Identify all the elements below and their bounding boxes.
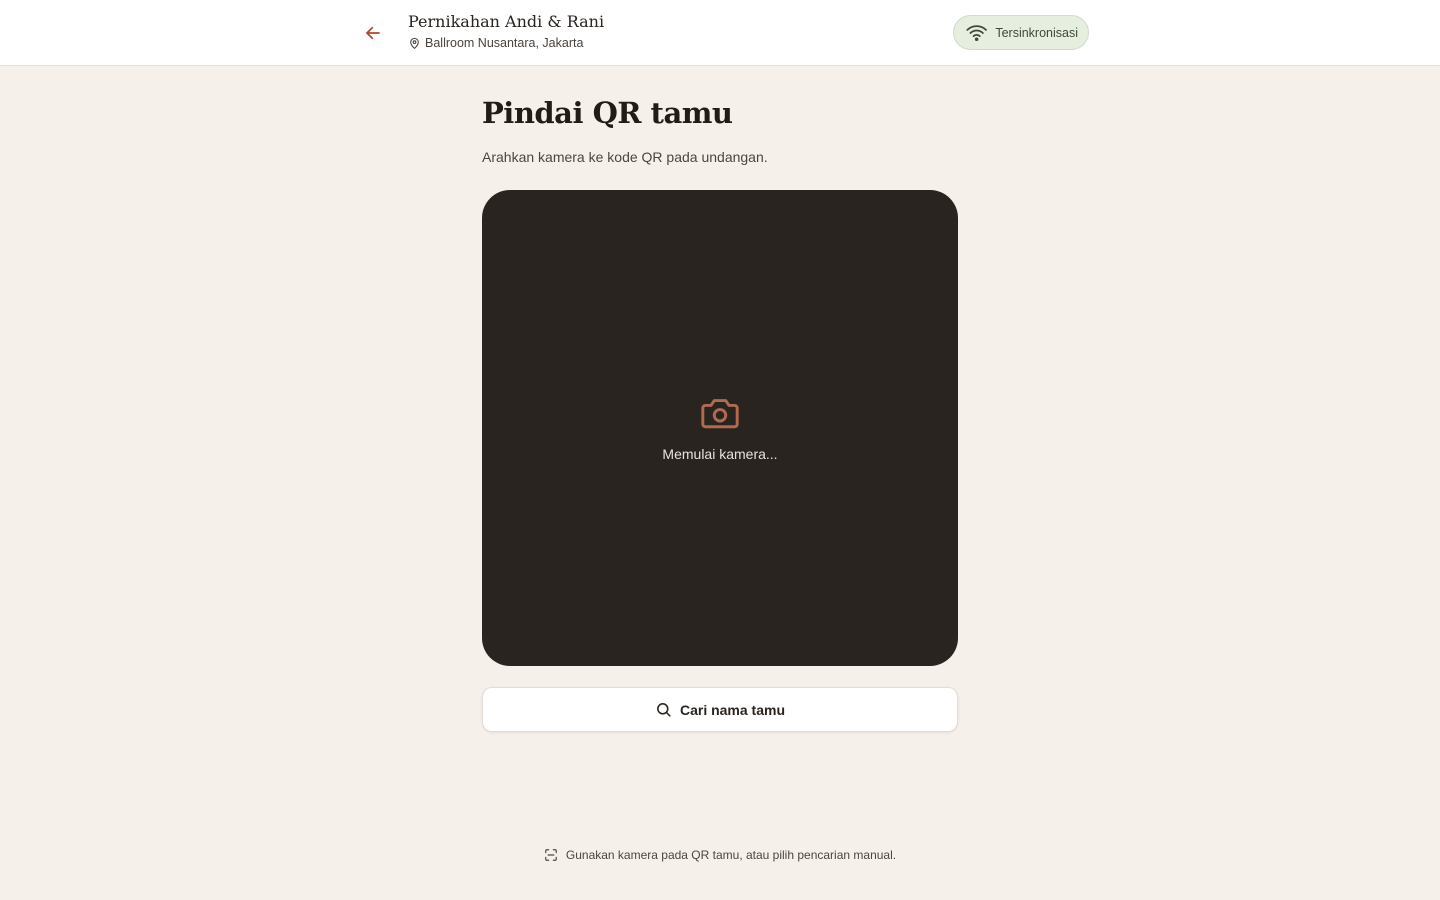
search-button-label: Cari nama tamu <box>679 701 786 718</box>
wifi-icon <box>966 24 987 41</box>
map-pin-icon <box>410 37 419 49</box>
page-subtitle: Arahkan kamera ke kode QR pada undangan. <box>482 149 768 165</box>
camera-icon <box>701 399 739 429</box>
scan-frame-icon <box>545 849 557 861</box>
sync-status-label: Tersinkronisasi <box>995 25 1078 40</box>
search-guest-button[interactable]: Cari nama tamu <box>482 687 958 732</box>
footer-hint-text: Gunakan kamera pada QR tamu, atau pilih … <box>565 848 897 862</box>
arrow-left-icon <box>366 26 380 40</box>
top-bar: Pernikahan Andi & Rani Ballroom Nusantar… <box>0 0 1440 66</box>
event-title: Pernikahan Andi & Rani <box>408 12 605 31</box>
event-venue: Ballroom Nusantara, Jakarta <box>408 36 583 50</box>
sync-status-badge: Tersinkronisasi <box>953 15 1089 50</box>
camera-status: Memulai kamera... <box>662 446 778 462</box>
camera-viewfinder[interactable]: Memulai kamera... <box>482 190 958 666</box>
venue-label: Ballroom Nusantara, Jakarta <box>425 36 584 50</box>
search-icon <box>657 703 671 717</box>
back-button[interactable] <box>360 20 386 46</box>
footer-hint: Gunakan kamera pada QR tamu, atau pilih … <box>0 848 1440 862</box>
page-title: Pindai QR tamu <box>482 96 733 130</box>
